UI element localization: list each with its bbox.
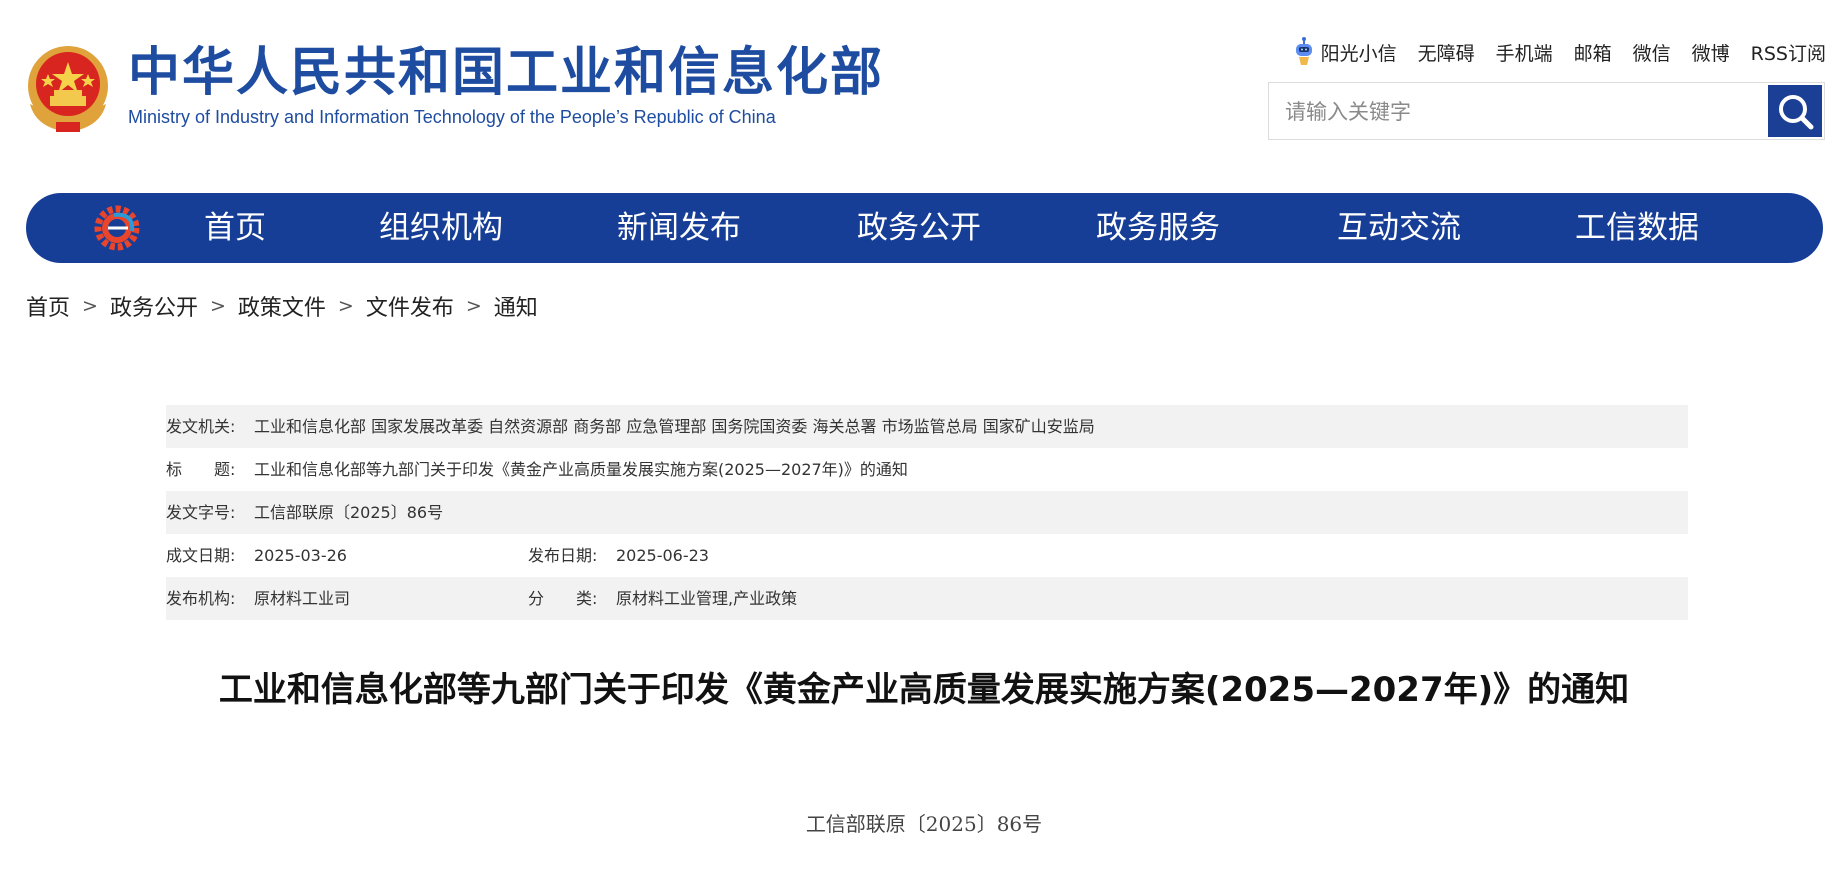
meta-row-dates: 成文日期: 2025-03-26 发布日期: 2025-06-23 [166,534,1688,577]
meta-row-doc-number: 发文字号: 工信部联原〔2025〕86号 [166,491,1688,534]
meta-row-org-category: 发布机构: 原材料工业司 分 类: 原材料工业管理,产业政策 [166,577,1688,620]
org-label: 发布机构: [166,589,236,608]
nav-item-data[interactable]: 工信数据 [1575,193,1699,263]
meta-row-issuer: 发文机关: 工业和信息化部 国家发展改革委 自然资源部 商务部 应急管理部 国务… [166,405,1688,448]
breadcrumb-government-affairs[interactable]: 政务公开 [110,290,198,322]
nav-item-home[interactable]: 首页 [204,193,266,263]
link-rss[interactable]: RSS订阅 [1751,39,1826,66]
nav-item-news[interactable]: 新闻发布 [617,193,741,263]
publish-date-value: 2025-06-23 [616,546,709,565]
document-number: 工信部联原〔2025〕86号 [805,812,1043,836]
e-gear-logo-icon [94,205,140,251]
breadcrumb-separator: > [465,295,482,317]
site-name-cn: 中华人民共和国工业和信息化部 [128,43,885,103]
search-input[interactable] [1283,95,1757,129]
link-weibo[interactable]: 微博 [1692,39,1730,66]
meta-row-title: 标 题: 工业和信息化部等九部门关于印发《黄金产业高质量发展实施方案(2025—… [166,448,1688,491]
breadcrumb: 首页 > 政务公开 > 政策文件 > 文件发布 > 通知 [26,290,538,322]
top-links: 阳光小信 无障碍 手机端 邮箱 微信 微博 RSS订阅 [1293,36,1826,68]
category-label: 分 类: [528,589,598,608]
link-wechat[interactable]: 微信 [1633,39,1671,66]
doc-number-value: 工信部联原〔2025〕86号 [254,503,444,522]
written-date-value: 2025-03-26 [254,546,347,565]
breadcrumb-separator: > [337,295,354,317]
issuer-label: 发文机关: [166,417,236,436]
site-name-en: Ministry of Industry and Information Tec… [128,107,776,127]
org-value: 原材料工业司 [254,589,351,608]
site-brand[interactable]: 中华人民共和国工业和信息化部 Ministry of Industry and … [128,40,884,128]
main-nav: 首页 组织机构 新闻发布 政务公开 政务服务 互动交流 工信数据 [26,193,1823,263]
breadcrumb-home[interactable]: 首页 [26,290,70,322]
nav-item-organization[interactable]: 组织机构 [379,193,503,263]
nav-item-interaction[interactable]: 互动交流 [1337,193,1461,263]
breadcrumb-notice[interactable]: 通知 [494,290,538,322]
breadcrumb-separator: > [209,295,226,317]
publish-date-label: 发布日期: [528,546,598,565]
link-sunshine-xiaoxin[interactable]: 阳光小信 [1321,39,1397,66]
breadcrumb-document-release[interactable]: 文件发布 [366,290,454,322]
issuer-value: 工业和信息化部 国家发展改革委 自然资源部 商务部 应急管理部 国务院国资委 海… [254,417,1095,436]
document-title: 工业和信息化部等九部门关于印发《黄金产业高质量发展实施方案(2025—2027年… [218,670,1630,710]
document-meta-table: 发文机关: 工业和信息化部 国家发展改革委 自然资源部 商务部 应急管理部 国务… [166,405,1688,620]
nav-item-government-affairs[interactable]: 政务公开 [857,193,981,263]
search-button[interactable] [1768,85,1822,137]
robot-assistant-icon [1295,37,1312,65]
nav-item-government-services[interactable]: 政务服务 [1096,193,1220,263]
doc-number-label: 发文字号: [166,503,236,522]
title-label: 标 题: [166,460,236,479]
search-icon [1779,95,1814,130]
title-value: 工业和信息化部等九部门关于印发《黄金产业高质量发展实施方案(2025—2027年… [254,460,908,479]
breadcrumb-policy-documents[interactable]: 政策文件 [238,290,326,322]
national-emblem-icon [28,46,108,132]
breadcrumb-separator: > [82,295,98,317]
link-accessibility[interactable]: 无障碍 [1418,39,1475,66]
link-mailbox[interactable]: 邮箱 [1574,39,1612,66]
written-date-label: 成文日期: [166,546,236,565]
category-value: 原材料工业管理,产业政策 [616,589,798,608]
search-box [1268,82,1825,140]
link-mobile[interactable]: 手机端 [1496,39,1553,66]
